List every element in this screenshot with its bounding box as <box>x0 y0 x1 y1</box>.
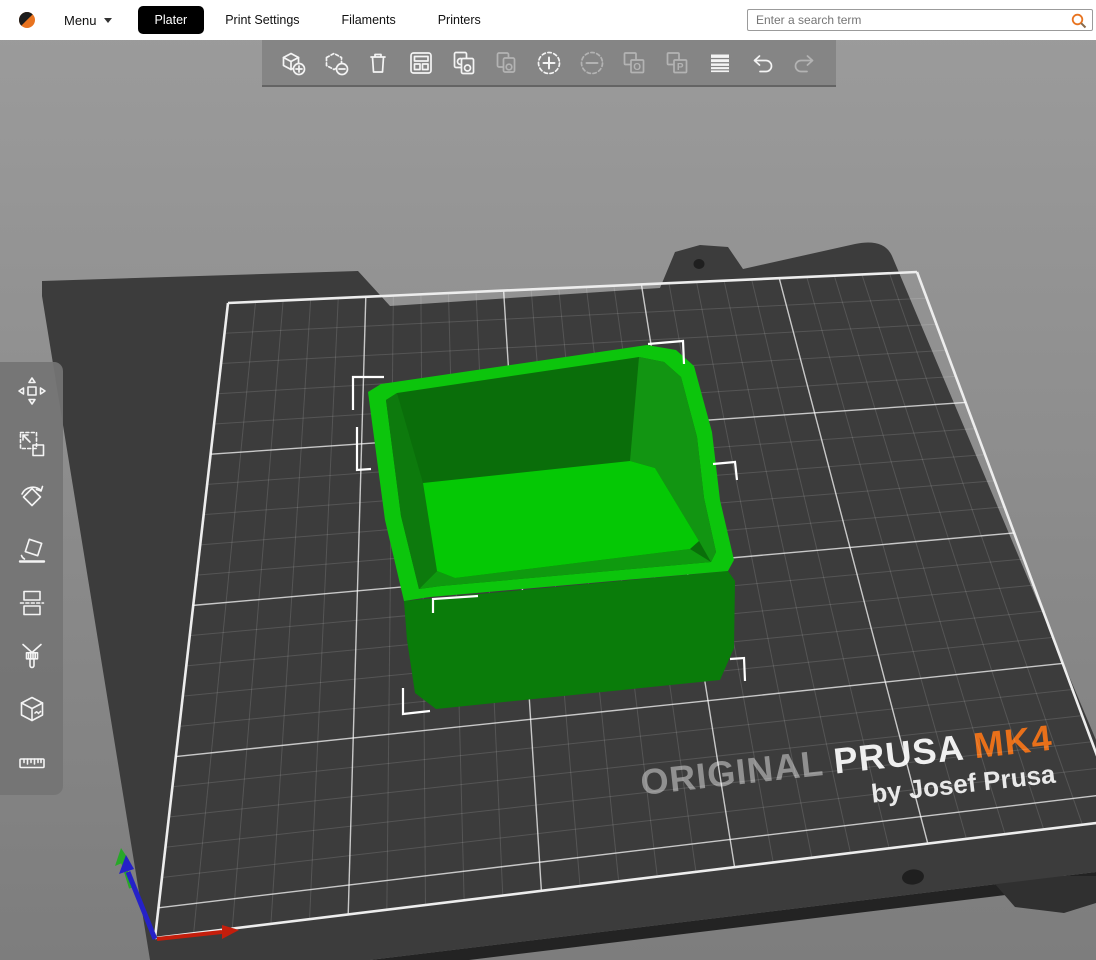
gizmo-toolbar <box>0 362 63 795</box>
delete-object-button[interactable] <box>316 43 356 83</box>
bed-tab-hole <box>693 259 705 269</box>
gizmo-place-on-face-button[interactable] <box>12 531 52 569</box>
main-tabs: Plater Print Settings Filaments Printers <box>137 6 523 34</box>
redo-icon <box>794 54 814 72</box>
menu-button[interactable]: Menu <box>62 9 114 32</box>
search-icon[interactable] <box>1070 12 1088 30</box>
search-box <box>747 9 1093 31</box>
svg-text:O: O <box>634 62 642 73</box>
copy-icon <box>453 51 474 74</box>
delete-object-icon <box>325 52 349 75</box>
gizmo-move-button[interactable] <box>12 372 52 410</box>
remove-instance-icon <box>580 51 603 74</box>
gizmo-cut-button[interactable] <box>12 584 52 622</box>
prusa-logo-icon <box>18 11 35 28</box>
add-object-icon <box>282 52 306 75</box>
scale-icon <box>19 431 44 457</box>
add-instance-button[interactable] <box>529 43 569 83</box>
place-on-face-icon <box>18 538 45 563</box>
model-object-box[interactable] <box>368 345 735 709</box>
search-input[interactable] <box>748 10 1092 30</box>
tab-print-settings[interactable]: Print Settings <box>225 6 299 34</box>
move-icon <box>17 377 46 405</box>
variable-layer-height-button[interactable] <box>700 43 740 83</box>
menu-label: Menu <box>64 12 97 28</box>
measure-icon <box>18 758 45 769</box>
layer-height-icon <box>710 54 729 72</box>
paint-supports-icon <box>21 643 42 669</box>
gizmo-rotate-button[interactable] <box>12 478 52 516</box>
arrange-button[interactable] <box>401 43 441 83</box>
add-instance-icon <box>537 51 561 74</box>
gizmo-seam-button[interactable] <box>12 690 52 728</box>
cut-icon <box>19 590 44 616</box>
delete-all-button[interactable] <box>358 43 398 83</box>
chevron-down-icon <box>103 17 112 23</box>
brand-mk4-text: MK4 <box>971 717 1054 766</box>
redo-button[interactable] <box>785 43 825 83</box>
plater-toolbar: O P <box>262 40 836 87</box>
svg-text:P: P <box>677 62 684 73</box>
add-object-button[interactable] <box>273 43 313 83</box>
tab-filaments[interactable]: Filaments <box>342 6 396 34</box>
gizmo-paint-supports-button[interactable] <box>12 637 52 675</box>
paste-icon <box>496 51 516 73</box>
gizmo-measure-button[interactable] <box>12 743 52 781</box>
split-to-objects-icon: O <box>623 51 645 73</box>
split-to-parts-icon: P <box>666 51 688 73</box>
split-to-parts-button[interactable]: P <box>657 43 697 83</box>
viewport-3d[interactable]: ORIGINAL PRUSA MK4 by Josef Prusa <box>0 0 1096 960</box>
undo-button[interactable] <box>742 43 782 83</box>
paste-button[interactable] <box>486 43 526 83</box>
undo-icon <box>753 54 773 72</box>
trash-icon <box>370 53 387 73</box>
split-to-objects-button[interactable]: O <box>614 43 654 83</box>
tab-printers[interactable]: Printers <box>438 6 481 34</box>
seam-painting-icon <box>20 696 43 722</box>
arrange-icon <box>410 51 432 74</box>
top-app-bar: Menu Plater Print Settings Filaments Pri… <box>0 0 1096 40</box>
gizmo-scale-button[interactable] <box>12 425 52 463</box>
copy-button[interactable] <box>444 43 484 83</box>
tab-plater[interactable]: Plater <box>137 6 205 34</box>
remove-instance-button[interactable] <box>572 43 612 83</box>
rotate-icon <box>20 485 43 507</box>
